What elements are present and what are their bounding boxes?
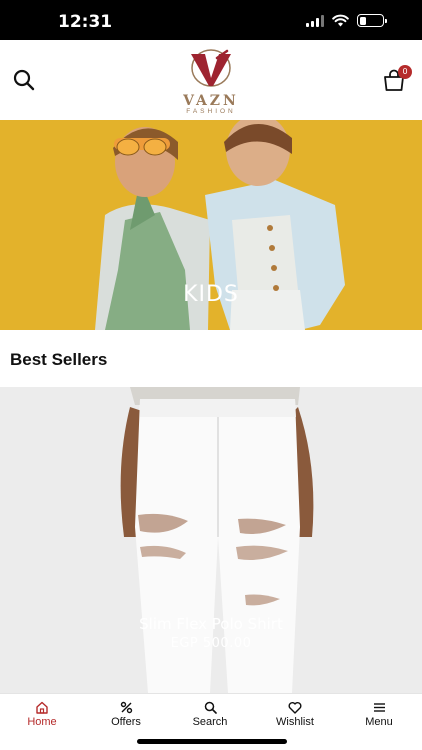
tab-offers-label: Offers [111,716,141,728]
tab-menu-label: Menu [365,716,393,728]
tab-home-label: Home [27,716,57,728]
tab-wishlist[interactable]: Wishlist [255,701,335,728]
cart-count-badge: 0 [398,65,412,79]
product-name: Slim Flex Polo Shirt [139,615,283,633]
product-card[interactable]: Slim Flex Polo Shirt EGP 500.00 [0,387,422,693]
header-search-button[interactable] [12,68,36,92]
tab-search[interactable]: Search [170,701,250,728]
status-time: 12:31 [58,12,113,32]
best-sellers-title: Best Sellers [10,350,108,369]
brand-logo[interactable]: VAZN FASHION [170,48,252,115]
home-indicator[interactable] [137,739,287,744]
cellular-signal-icon [306,14,324,27]
app-header: VAZN FASHION 0 [0,40,422,120]
tab-wishlist-label: Wishlist [276,716,314,728]
cart-button[interactable]: 0 [382,65,412,94]
logo-subtext: FASHION [186,108,236,115]
percent-icon [120,701,132,714]
banner-label: KIDS [183,282,239,307]
product-price: EGP 500.00 [170,636,252,651]
status-bar: 12:31 [0,0,422,40]
tab-menu[interactable]: Menu [339,701,419,728]
status-icons [306,14,387,27]
battery-icon [357,14,387,27]
tab-home[interactable]: Home [2,701,82,728]
search-icon [13,69,35,91]
tab-offers[interactable]: Offers [86,701,166,728]
kids-category-banner[interactable]: KIDS [0,120,422,330]
logo-text: VAZN [183,93,239,109]
heart-icon [288,701,302,714]
tab-search-label: Search [192,716,228,728]
wifi-icon [332,14,349,27]
logo-emblem-icon [191,49,231,87]
menu-icon [373,703,385,712]
search-icon [204,701,217,714]
battery-level [359,16,367,25]
home-icon [36,701,48,714]
